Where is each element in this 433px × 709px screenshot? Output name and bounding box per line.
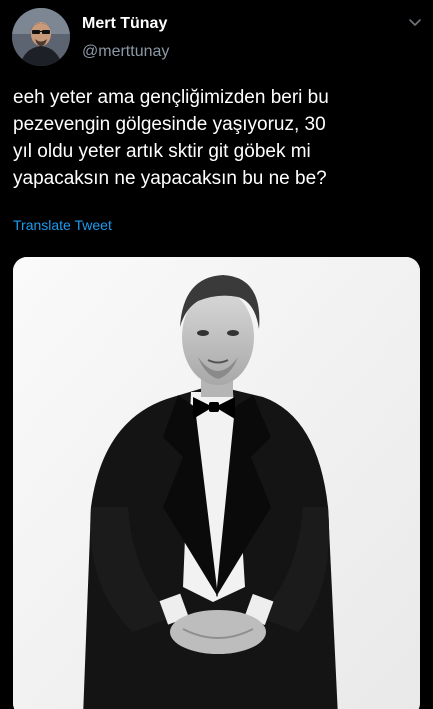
translate-tweet-link[interactable]: Translate Tweet [13,217,112,233]
chevron-down-icon[interactable] [405,12,425,32]
tweet-text-line: eeh yeter ama gençliğimizden beri bu [13,87,329,108]
tweet-text-line: pezevengin gölgesinde yaşıyoruz, 30 [13,114,326,135]
tweet-text-line: yıl oldu yeter artık sktir git göbek mi [13,141,311,162]
tweet-text-line: yapacaksın ne yapacaksın bu ne be? [13,168,327,189]
tweet-text: eeh yeter ama gençliğimizden beri bu pez… [13,84,423,192]
author-handle[interactable]: @merttunay [82,43,169,61]
avatar[interactable] [12,8,70,66]
tweet-photo[interactable] [13,257,420,709]
tweet-card: Mert Tünay @merttunay eeh yeter ama genç… [0,0,433,709]
photo-image [13,257,420,709]
author-display-name[interactable]: Mert Tünay [82,15,167,33]
avatar-image [12,8,70,66]
